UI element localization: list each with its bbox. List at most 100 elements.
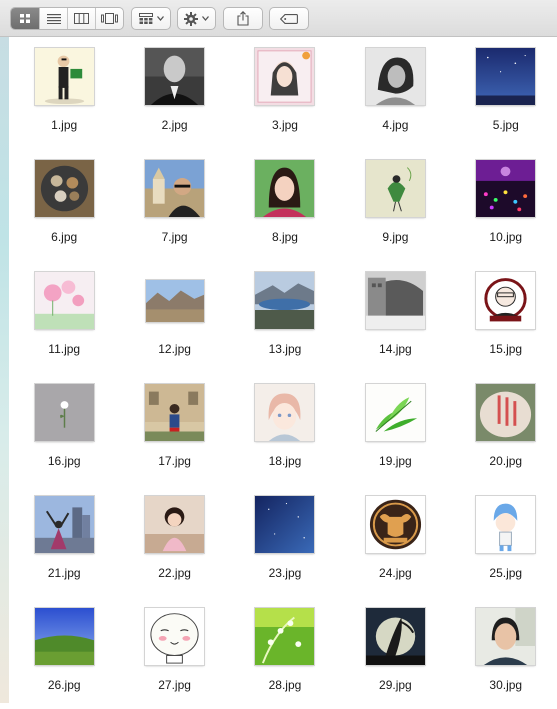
file-name[interactable]: 21.jpg bbox=[9, 566, 119, 580]
file-item[interactable]: 29.jpg bbox=[340, 597, 450, 709]
file-name[interactable]: 16.jpg bbox=[9, 454, 119, 468]
action-button[interactable] bbox=[177, 7, 216, 30]
file-thumbnail[interactable] bbox=[365, 48, 425, 105]
file-name[interactable]: 23.jpg bbox=[230, 566, 340, 580]
file-name[interactable]: 9.jpg bbox=[340, 230, 450, 244]
file-name[interactable]: 3.jpg bbox=[230, 118, 340, 132]
file-name[interactable]: 18.jpg bbox=[230, 454, 340, 468]
file-item[interactable]: 22.jpg bbox=[119, 485, 229, 597]
file-thumbnail[interactable] bbox=[476, 48, 536, 105]
file-name[interactable]: 27.jpg bbox=[119, 678, 229, 692]
file-thumbnail[interactable] bbox=[476, 272, 536, 329]
file-item[interactable]: 24.jpg bbox=[340, 485, 450, 597]
file-name[interactable]: 15.jpg bbox=[451, 342, 557, 356]
share-button[interactable] bbox=[223, 7, 263, 30]
file-name[interactable]: 29.jpg bbox=[340, 678, 450, 692]
file-thumbnail[interactable] bbox=[255, 160, 315, 217]
file-thumbnail[interactable] bbox=[34, 496, 94, 553]
file-item[interactable]: 13.jpg bbox=[230, 261, 340, 373]
file-item[interactable]: 8.jpg bbox=[230, 149, 340, 261]
file-name[interactable]: 10.jpg bbox=[451, 230, 557, 244]
file-thumbnail[interactable] bbox=[365, 608, 425, 665]
file-name[interactable]: 13.jpg bbox=[230, 342, 340, 356]
file-name[interactable]: 30.jpg bbox=[451, 678, 557, 692]
file-item[interactable]: 23.jpg bbox=[230, 485, 340, 597]
file-name[interactable]: 24.jpg bbox=[340, 566, 450, 580]
file-item[interactable]: 12.jpg bbox=[119, 261, 229, 373]
file-item[interactable]: 25.jpg bbox=[451, 485, 557, 597]
file-thumbnail[interactable] bbox=[365, 496, 425, 553]
file-thumbnail[interactable] bbox=[476, 608, 536, 665]
file-name[interactable]: 26.jpg bbox=[9, 678, 119, 692]
list-view-button[interactable] bbox=[39, 8, 67, 29]
file-thumbnail[interactable] bbox=[255, 496, 315, 553]
tags-button[interactable] bbox=[269, 7, 309, 30]
file-item[interactable]: 20.jpg bbox=[451, 373, 557, 485]
file-item[interactable]: 6.jpg bbox=[9, 149, 119, 261]
file-name[interactable]: 6.jpg bbox=[9, 230, 119, 244]
file-item[interactable]: 28.jpg bbox=[230, 597, 340, 709]
file-icon-grid: 1.jpg 2.jpg 3.jpg 4.jpg 5.jpg 6.jpg 7.jpg 8.jpg… bbox=[9, 37, 557, 703]
file-item[interactable]: 21.jpg bbox=[9, 485, 119, 597]
file-item[interactable]: 16.jpg bbox=[9, 373, 119, 485]
file-item[interactable]: 14.jpg bbox=[340, 261, 450, 373]
file-name[interactable]: 20.jpg bbox=[451, 454, 557, 468]
file-thumbnail[interactable] bbox=[365, 384, 425, 441]
file-item[interactable]: 10.jpg bbox=[451, 149, 557, 261]
thumbnail-image bbox=[365, 160, 425, 217]
file-name[interactable]: 4.jpg bbox=[340, 118, 450, 132]
file-thumbnail[interactable] bbox=[34, 272, 94, 329]
file-thumbnail[interactable] bbox=[476, 384, 536, 441]
file-thumbnail[interactable] bbox=[145, 160, 205, 217]
file-item[interactable]: 17.jpg bbox=[119, 373, 229, 485]
file-item[interactable]: 4.jpg bbox=[340, 37, 450, 149]
file-name[interactable]: 19.jpg bbox=[340, 454, 450, 468]
file-item[interactable]: 3.jpg bbox=[230, 37, 340, 149]
file-name[interactable]: 5.jpg bbox=[451, 118, 557, 132]
file-name[interactable]: 11.jpg bbox=[9, 342, 119, 356]
file-name[interactable]: 1.jpg bbox=[9, 118, 119, 132]
icon-view-button[interactable] bbox=[11, 8, 39, 29]
file-thumbnail[interactable] bbox=[34, 608, 94, 665]
file-item[interactable]: 26.jpg bbox=[9, 597, 119, 709]
file-thumbnail[interactable] bbox=[255, 384, 315, 441]
file-thumbnail[interactable] bbox=[255, 272, 315, 329]
column-view-button[interactable] bbox=[67, 8, 95, 29]
file-name[interactable]: 17.jpg bbox=[119, 454, 229, 468]
file-item[interactable]: 7.jpg bbox=[119, 149, 229, 261]
file-thumbnail[interactable] bbox=[145, 496, 205, 553]
file-name[interactable]: 12.jpg bbox=[119, 342, 229, 356]
file-thumbnail[interactable] bbox=[145, 608, 205, 665]
file-thumbnail[interactable] bbox=[145, 280, 204, 322]
file-item[interactable]: 18.jpg bbox=[230, 373, 340, 485]
file-thumbnail[interactable] bbox=[365, 272, 425, 329]
file-thumbnail[interactable] bbox=[145, 384, 205, 441]
file-name[interactable]: 14.jpg bbox=[340, 342, 450, 356]
file-thumbnail[interactable] bbox=[476, 496, 536, 553]
file-item[interactable]: 15.jpg bbox=[451, 261, 557, 373]
file-thumbnail[interactable] bbox=[255, 608, 315, 665]
arrange-button[interactable] bbox=[131, 7, 171, 30]
file-name[interactable]: 7.jpg bbox=[119, 230, 229, 244]
file-thumbnail[interactable] bbox=[476, 160, 536, 217]
file-item[interactable]: 1.jpg bbox=[9, 37, 119, 149]
file-item[interactable]: 9.jpg bbox=[340, 149, 450, 261]
file-item[interactable]: 2.jpg bbox=[119, 37, 229, 149]
file-thumbnail[interactable] bbox=[34, 384, 94, 441]
file-thumbnail[interactable] bbox=[255, 48, 315, 105]
file-name[interactable]: 28.jpg bbox=[230, 678, 340, 692]
file-name[interactable]: 22.jpg bbox=[119, 566, 229, 580]
file-item[interactable]: 5.jpg bbox=[451, 37, 557, 149]
file-item[interactable]: 30.jpg bbox=[451, 597, 557, 709]
file-thumbnail[interactable] bbox=[365, 160, 425, 217]
file-name[interactable]: 2.jpg bbox=[119, 118, 229, 132]
file-item[interactable]: 11.jpg bbox=[9, 261, 119, 373]
file-thumbnail[interactable] bbox=[145, 48, 205, 105]
cover-flow-view-button[interactable] bbox=[95, 8, 123, 29]
file-name[interactable]: 25.jpg bbox=[451, 566, 557, 580]
file-item[interactable]: 19.jpg bbox=[340, 373, 450, 485]
file-name[interactable]: 8.jpg bbox=[230, 230, 340, 244]
file-thumbnail[interactable] bbox=[34, 160, 94, 217]
file-thumbnail[interactable] bbox=[34, 48, 94, 105]
file-item[interactable]: 27.jpg bbox=[119, 597, 229, 709]
